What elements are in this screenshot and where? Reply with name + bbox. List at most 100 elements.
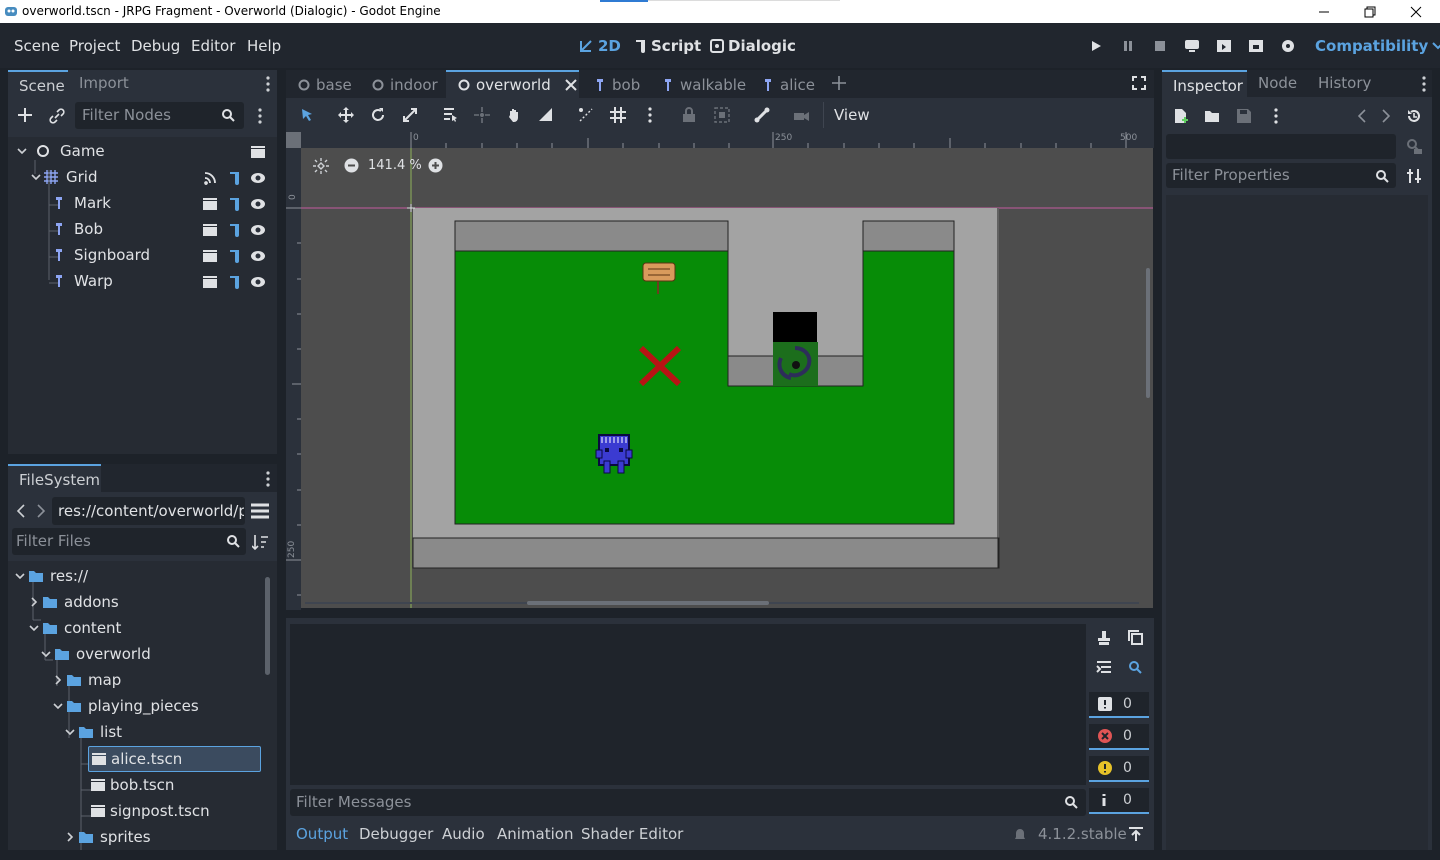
script-icon[interactable] — [226, 248, 242, 264]
forward-icon[interactable] — [37, 504, 45, 518]
tree-row-warp[interactable]: Warp — [54, 268, 194, 294]
fs-row-content[interactable]: content — [28, 615, 121, 641]
visibility-eye-icon[interactable] — [250, 196, 266, 212]
fs-row-overworld[interactable]: overworld — [40, 641, 151, 667]
tab-history[interactable]: History — [1318, 74, 1371, 92]
sort-icon[interactable] — [252, 534, 268, 550]
scale-tool-icon[interactable] — [402, 107, 418, 123]
object-path-field[interactable] — [1166, 134, 1396, 159]
visibility-eye-icon[interactable] — [250, 274, 266, 290]
menu-project[interactable]: Project — [69, 37, 120, 55]
viewport-vscrollbar[interactable] — [1146, 268, 1150, 398]
fs-row-addons[interactable]: addons — [28, 589, 119, 615]
path-field[interactable]: res://content/overworld/pla — [52, 497, 245, 525]
pivot-tool-icon[interactable] — [474, 107, 490, 123]
tab-indoor[interactable]: indoor — [372, 76, 438, 94]
tab-node[interactable]: Node — [1258, 74, 1297, 92]
fs-row-bob[interactable]: bob.tscn — [90, 772, 174, 798]
scene-instance-icon[interactable] — [202, 223, 218, 237]
skeleton-icon[interactable] — [754, 107, 770, 123]
clear-output-icon[interactable] — [1096, 630, 1112, 646]
fs-row-sprites[interactable]: sprites — [64, 824, 151, 850]
viewport-hscrollbar[interactable] — [527, 601, 769, 605]
smart-snap-icon[interactable] — [578, 107, 594, 123]
lock-icon[interactable] — [682, 107, 696, 123]
property-tools-icon[interactable] — [1406, 168, 1422, 184]
link-icon[interactable] — [49, 108, 65, 124]
dock-menu-icon[interactable] — [1422, 76, 1426, 92]
menu-editor[interactable]: Editor — [191, 37, 235, 55]
center-view-icon[interactable] — [313, 158, 329, 174]
new-resource-icon[interactable] — [1173, 108, 1189, 124]
tab-import[interactable]: Import — [79, 74, 129, 92]
workspace-2d-button[interactable]: 2D — [578, 37, 621, 55]
play-icon[interactable] — [1085, 35, 1107, 57]
rotate-tool-icon[interactable] — [370, 107, 386, 123]
add-tab-icon[interactable] — [832, 76, 846, 90]
fs-row-alice-selected[interactable]: alice.tscn — [88, 746, 261, 772]
info-filter-toggle[interactable]: 0 — [1089, 788, 1149, 814]
filter-messages-input[interactable]: Filter Messages — [290, 789, 1086, 816]
history-forward-icon[interactable] — [1382, 109, 1390, 123]
pan-tool-icon[interactable] — [506, 107, 522, 123]
filter-nodes-input[interactable]: Filter Nodes — [75, 102, 244, 129]
tree-row-signboard[interactable]: Signboard — [54, 242, 194, 268]
script-icon[interactable] — [226, 196, 242, 212]
object-search-icon[interactable] — [1406, 138, 1422, 154]
ruler-tool-icon[interactable] — [538, 107, 554, 123]
workspace-script-button[interactable]: Script — [633, 37, 701, 55]
bottom-tab-shader-editor[interactable]: Shader Editor — [581, 825, 683, 843]
bottom-tab-animation[interactable]: Animation — [497, 825, 573, 843]
close-tab-icon[interactable] — [565, 79, 577, 91]
menu-scene[interactable]: Scene — [14, 37, 60, 55]
search-toggle-icon[interactable] — [1128, 660, 1142, 674]
filter-properties-input[interactable]: Filter Properties — [1166, 163, 1396, 188]
fs-row-res[interactable]: res:// — [14, 563, 88, 589]
menu-debug[interactable]: Debug — [131, 37, 180, 55]
scene-viewport[interactable]: 141.4 % — [301, 148, 1153, 608]
collapse-icon[interactable] — [1096, 660, 1112, 676]
restore-icon[interactable] — [1347, 0, 1393, 23]
view-menu[interactable]: View — [834, 106, 870, 124]
dock-menu-icon[interactable] — [266, 76, 270, 92]
back-icon[interactable] — [17, 504, 25, 518]
bottom-tab-output[interactable]: Output — [296, 825, 348, 843]
selectable-list-icon[interactable] — [442, 107, 458, 123]
output-log[interactable] — [290, 624, 1086, 785]
distraction-free-icon[interactable] — [1132, 76, 1146, 90]
fs-row-map[interactable]: map — [52, 667, 121, 693]
scene-instance-icon[interactable] — [202, 197, 218, 211]
copy-icon[interactable] — [1128, 630, 1144, 646]
workspace-dialogic-button[interactable]: Dialogic — [710, 37, 796, 55]
open-folder-icon[interactable] — [1204, 109, 1220, 123]
pause-icon[interactable] — [1117, 35, 1139, 57]
history-back-icon[interactable] — [1358, 109, 1366, 123]
tree-row-mark[interactable]: Mark — [54, 190, 194, 216]
tree-row-bob[interactable]: Bob — [54, 216, 194, 242]
close-icon[interactable] — [1393, 0, 1439, 23]
scene-instance-icon[interactable] — [250, 145, 266, 159]
tab-alice[interactable]: alice — [764, 76, 815, 94]
save-icon[interactable] — [1236, 108, 1252, 124]
select-tool-icon[interactable] — [300, 108, 314, 122]
filter-files-input[interactable]: Filter Files — [12, 528, 246, 555]
play-custom-icon[interactable] — [1245, 35, 1267, 57]
stop-icon[interactable] — [1149, 35, 1171, 57]
tab-base[interactable]: base — [298, 76, 352, 94]
expand-panel-icon[interactable] — [1128, 826, 1144, 842]
visibility-eye-icon[interactable] — [250, 170, 266, 186]
warnings-filter-toggle[interactable]: 0 — [1089, 756, 1149, 782]
zoom-out-icon[interactable] — [344, 158, 359, 173]
visibility-eye-icon[interactable] — [250, 222, 266, 238]
snap-options-icon[interactable] — [648, 107, 652, 123]
version-label[interactable]: 4.1.2.stable — [1038, 825, 1127, 843]
scene-instance-icon[interactable] — [202, 249, 218, 263]
add-node-icon[interactable] — [18, 108, 32, 122]
tab-overworld[interactable]: overworld — [446, 70, 579, 98]
menu-help[interactable]: Help — [247, 37, 281, 55]
tab-walkable[interactable]: walkable — [664, 76, 746, 94]
dock-menu-icon[interactable] — [266, 471, 270, 487]
tab-inspector[interactable]: Inspector — [1162, 70, 1247, 97]
inspector-menu-icon[interactable] — [1274, 108, 1278, 124]
minimize-icon[interactable] — [1301, 0, 1347, 23]
